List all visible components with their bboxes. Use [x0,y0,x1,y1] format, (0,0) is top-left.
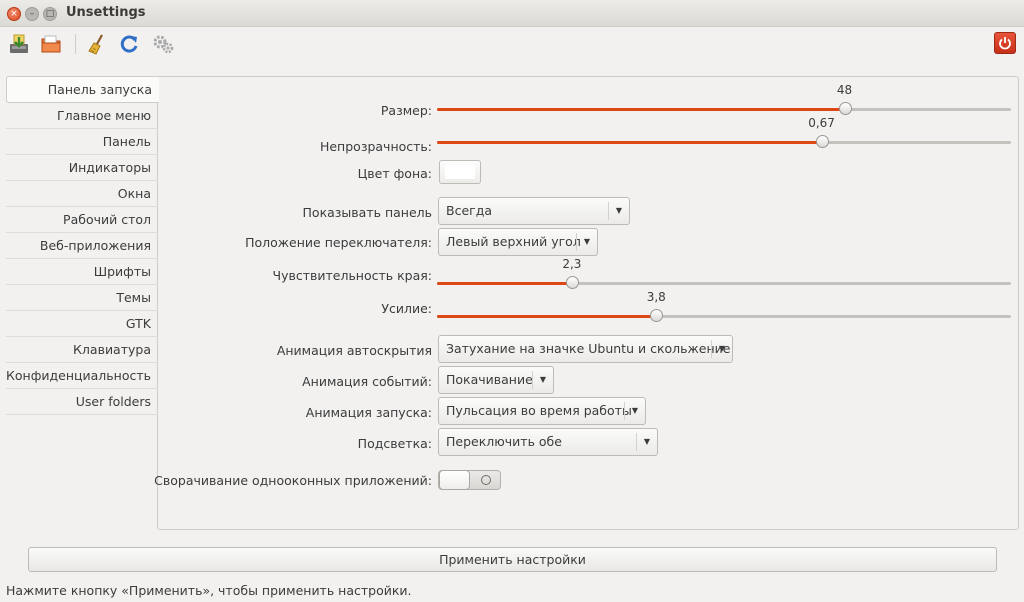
chevron-down-icon: ▼ [711,340,732,358]
highlight-value: Переключить обе [446,434,562,449]
edge-sensitivity-slider[interactable]: 2,3 [437,257,1011,292]
highlight-label: Подсветка: [357,436,432,451]
autohide-animation-value: Затухание на значке Ubuntu и скольжение [446,341,731,356]
tab-main-menu[interactable]: Главное меню [6,103,158,129]
window-title: Unsettings [66,5,146,20]
size-value: 48 [836,83,853,97]
slider-handle[interactable] [650,309,664,322]
pressure-value: 3,8 [646,290,666,304]
edge-sensitivity-value: 2,3 [562,257,582,271]
tab-gtk[interactable]: GTK [6,311,158,337]
slider-handle[interactable] [565,276,579,289]
gears-icon [153,35,174,54]
show-panel-value: Всегда [446,203,493,218]
refresh-icon [120,35,138,53]
switch-off-icon [481,475,491,485]
chevron-down-icon: ▼ [532,371,553,389]
slider-fill [437,108,845,111]
tab-keyboard[interactable]: Клавиатура [6,337,158,363]
event-animation-value: Покачивание [446,372,533,387]
slider-fill [437,282,572,285]
slider-handle[interactable] [838,102,852,115]
event-animation-dropdown[interactable]: Покачивание ▼ [438,366,554,394]
category-tabs: Панель запуска Главное меню Панель Индик… [6,76,159,415]
size-label: Размер: [380,103,432,118]
settings-button[interactable] [150,31,176,57]
size-slider[interactable]: 48 [437,83,1011,118]
switcher-position-value: Левый верхний угол [446,234,581,249]
refresh-button[interactable] [116,31,142,57]
launch-animation-value: Пульсация во время работы [446,403,632,418]
export-icon [41,35,61,53]
event-animation-label: Анимация событий: [302,374,432,389]
slider-fill [437,141,822,144]
tab-windows[interactable]: Окна [6,181,158,207]
launch-animation-dropdown[interactable]: Пульсация во время работы ▼ [438,397,646,425]
minimize-single-switch[interactable] [438,470,501,490]
opacity-slider[interactable]: 0,67 [437,116,1011,151]
pressure-label: Усилие: [381,301,432,316]
import-button[interactable] [6,31,32,57]
edge-sensitivity-label: Чувствительность края: [272,268,433,283]
apply-settings-button[interactable]: Применить настройки [28,547,997,572]
clean-button[interactable] [84,31,110,57]
chevron-down-icon: ▼ [608,202,629,220]
pressure-slider[interactable]: 3,8 [437,290,1011,325]
import-icon [10,34,28,53]
bg-color-button[interactable] [439,160,481,184]
toolbar [0,28,1024,60]
highlight-dropdown[interactable]: Переключить обе ▼ [438,428,658,456]
tab-themes[interactable]: Темы [6,285,158,311]
minimize-single-label: Сворачивание однооконных приложений: [154,473,432,488]
close-window-button[interactable]: × [7,7,21,21]
bg-color-swatch [445,165,475,179]
show-panel-dropdown[interactable]: Всегда ▼ [438,197,630,225]
switch-thumb [439,470,470,490]
bg-color-label: Цвет фона: [357,166,432,181]
minimize-icon: – [29,9,35,19]
autohide-animation-label: Анимация автоскрытия [276,343,432,358]
power-icon [999,37,1011,50]
tab-launcher[interactable]: Панель запуска [6,76,159,103]
title-bar: × – □ Unsettings [0,0,1024,27]
slider-fill [437,315,657,318]
broom-icon [88,34,103,55]
tab-indicators[interactable]: Индикаторы [6,155,158,181]
maximize-icon: □ [45,9,55,19]
slider-handle[interactable] [815,135,829,148]
chevron-down-icon: ▼ [636,433,657,451]
autohide-animation-dropdown[interactable]: Затухание на значке Ubuntu и скольжение … [438,335,733,363]
tab-web-apps[interactable]: Веб-приложения [6,233,158,259]
tab-desktop[interactable]: Рабочий стол [6,207,158,233]
chevron-down-icon: ▼ [576,233,597,251]
opacity-value: 0,67 [808,116,835,130]
show-panel-label: Показывать панель [302,205,432,220]
switcher-position-label: Положение переключателя: [245,235,432,250]
chevron-down-icon: ▼ [624,402,645,420]
minimize-window-button[interactable]: – [25,7,39,21]
opacity-label: Непрозрачность: [319,139,432,154]
power-button[interactable] [994,32,1016,54]
tab-panel[interactable]: Панель [6,129,158,155]
tab-privacy[interactable]: Конфиденциальность [6,363,158,389]
export-button[interactable] [38,31,64,57]
close-icon: × [10,9,18,19]
switcher-position-dropdown[interactable]: Левый верхний угол ▼ [438,228,598,256]
toolbar-separator [75,34,76,54]
status-bar-text: Нажмите кнопку «Применить», чтобы примен… [6,583,412,598]
tab-fonts[interactable]: Шрифты [6,259,158,285]
launch-animation-label: Анимация запуска: [305,405,432,420]
maximize-window-button[interactable]: □ [43,7,57,21]
tab-user-folders[interactable]: User folders [6,389,158,415]
